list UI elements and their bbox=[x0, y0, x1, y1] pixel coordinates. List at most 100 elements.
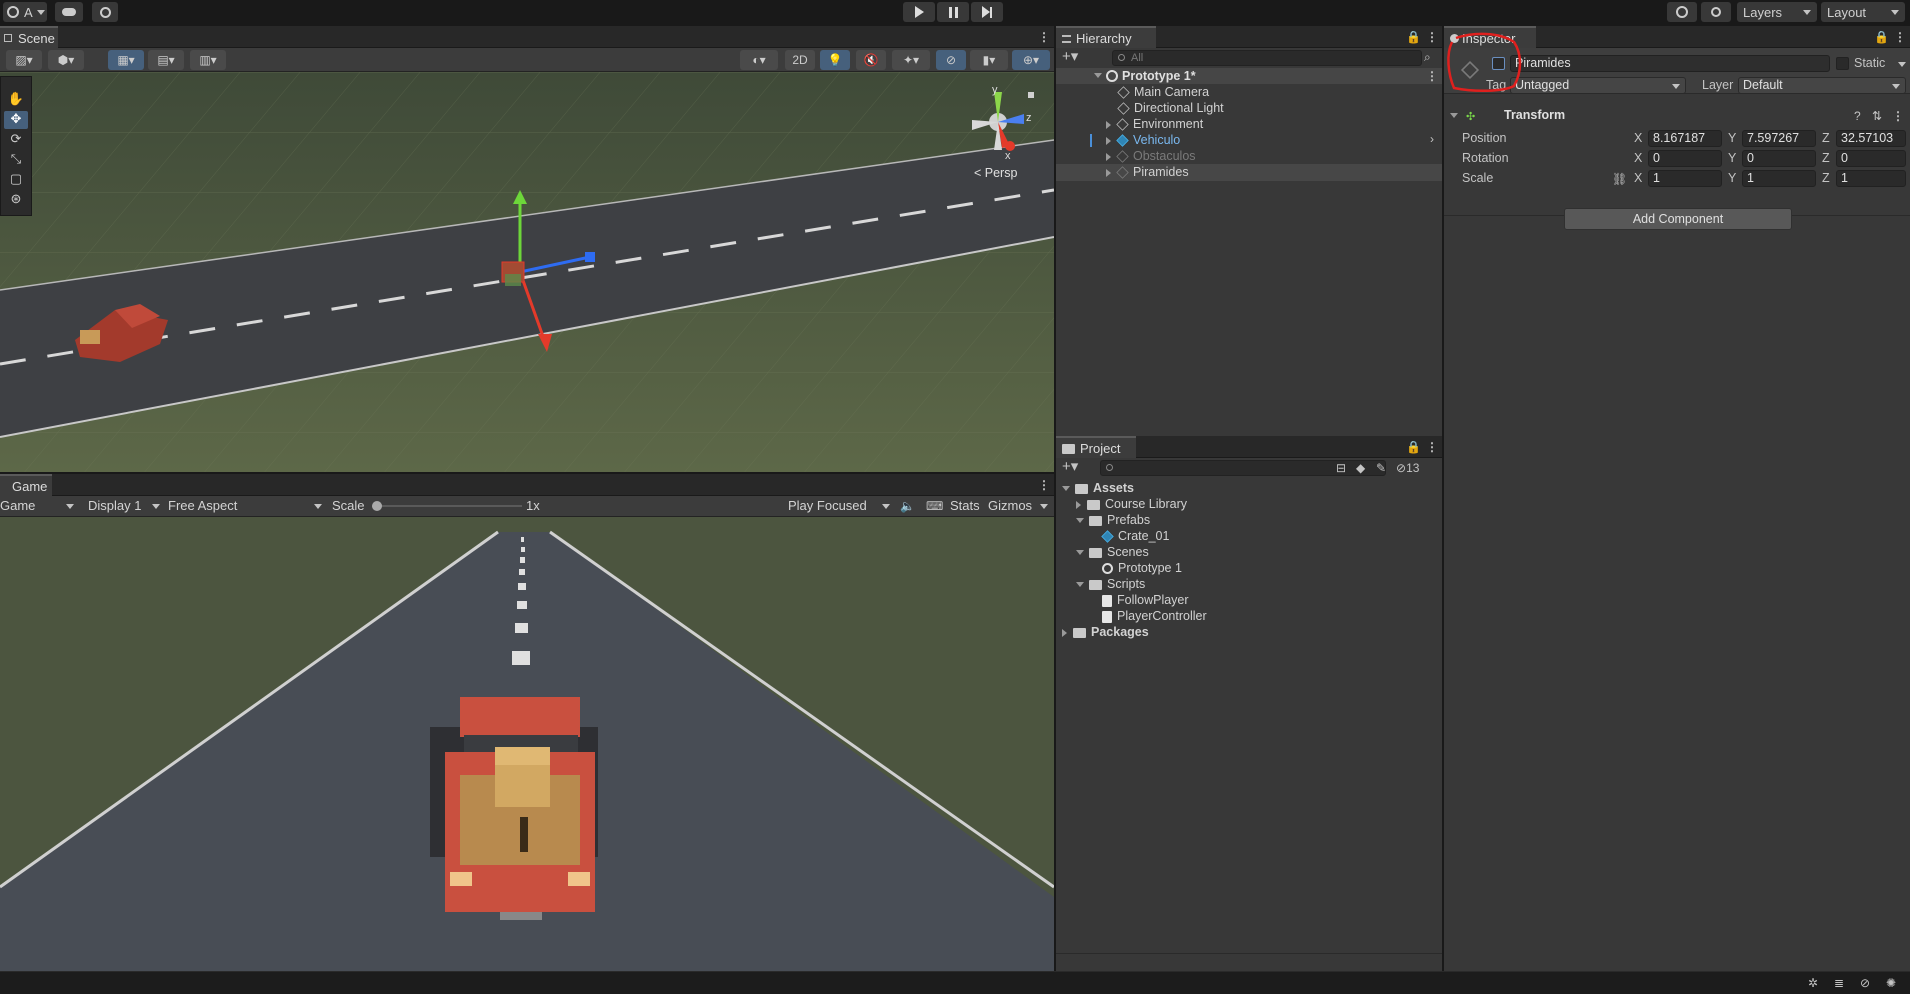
collab-button[interactable] bbox=[92, 2, 118, 22]
hand-tool-button[interactable]: ✋ bbox=[4, 91, 28, 109]
position-x-field[interactable]: 8.167187 bbox=[1648, 130, 1722, 147]
position-z-label[interactable]: Z bbox=[1822, 130, 1830, 147]
add-button[interactable]: +▾ bbox=[1062, 49, 1078, 64]
bug-icon[interactable]: ✲ bbox=[1808, 976, 1818, 990]
play-button[interactable] bbox=[903, 2, 935, 22]
account-dropdown[interactable]: A bbox=[3, 2, 47, 22]
keyboard-icon[interactable]: ⌨ bbox=[926, 499, 943, 513]
search-button[interactable] bbox=[1701, 2, 1731, 22]
audio-button[interactable]: 🔇 bbox=[856, 50, 886, 70]
scale-y-label[interactable]: Y bbox=[1728, 170, 1736, 187]
position-label[interactable]: Position bbox=[1462, 130, 1506, 147]
project-folder[interactable]: Course Library bbox=[1076, 496, 1187, 512]
hierarchy-item[interactable]: Vehiculo bbox=[1106, 132, 1180, 148]
hierarchy-item[interactable]: Main Camera bbox=[1117, 84, 1209, 100]
lighting-button[interactable]: 💡 bbox=[820, 50, 850, 70]
spinner-icon[interactable]: ✺ bbox=[1886, 976, 1896, 990]
layout-dropdown[interactable]: Layout bbox=[1821, 2, 1905, 22]
more-options-icon[interactable]: ⋮ bbox=[1426, 440, 1438, 454]
render-mode-button[interactable]: ⬢▾ bbox=[48, 50, 84, 70]
aspect-dropdown[interactable]: Free Aspect bbox=[168, 496, 326, 516]
hierarchy-item[interactable]: Obstaculos bbox=[1106, 148, 1196, 164]
tab-project[interactable]: Project bbox=[1056, 436, 1136, 458]
lock-icon[interactable]: 🔒 bbox=[1406, 440, 1421, 454]
position-z-field[interactable]: 32.57103 bbox=[1836, 130, 1906, 147]
rotation-x-label[interactable]: X bbox=[1634, 150, 1642, 167]
layers-dropdown[interactable]: Layers bbox=[1737, 2, 1817, 22]
stats-button[interactable]: Stats bbox=[950, 496, 980, 516]
persp-label[interactable]: < Persp bbox=[974, 166, 1017, 180]
scale-z-label[interactable]: Z bbox=[1822, 170, 1830, 187]
tag-icon[interactable]: ✎ bbox=[1376, 461, 1386, 475]
hierarchy-item[interactable]: Directional Light bbox=[1117, 100, 1224, 116]
hierarchy-search[interactable]: All bbox=[1112, 50, 1422, 66]
hierarchy-item[interactable]: Environment bbox=[1106, 116, 1203, 132]
rotation-z-field[interactable]: 0 bbox=[1836, 150, 1906, 167]
increment-snap-button[interactable]: ▤▾ bbox=[148, 50, 184, 70]
play-focused-dropdown[interactable]: Play Focused bbox=[788, 496, 894, 516]
chevron-down-icon[interactable] bbox=[1898, 62, 1906, 67]
filter-type-icon[interactable]: ⊟ bbox=[1336, 461, 1346, 475]
rotation-z-label[interactable]: Z bbox=[1822, 150, 1830, 167]
project-asset[interactable]: Crate_01 bbox=[1101, 528, 1169, 544]
database-icon[interactable]: ≣ bbox=[1834, 976, 1844, 990]
filter-label-icon[interactable]: ◆ bbox=[1356, 461, 1365, 475]
scale-label[interactable]: Scale bbox=[1462, 170, 1493, 187]
audio-icon[interactable]: 🔈 bbox=[900, 499, 915, 513]
toggle-2d-button[interactable]: 2D bbox=[785, 50, 815, 70]
add-button[interactable]: +▾ bbox=[1062, 459, 1078, 474]
tab-game[interactable]: Game bbox=[0, 474, 52, 496]
tab-scene[interactable]: Scene bbox=[0, 26, 58, 48]
rotation-label[interactable]: Rotation bbox=[1462, 150, 1509, 167]
game-viewport[interactable] bbox=[0, 517, 1054, 971]
scale-x-field[interactable]: 1 bbox=[1648, 170, 1722, 187]
shading-mode-button[interactable]: ◐▾ bbox=[740, 50, 778, 70]
more-options-icon[interactable]: ⋮ bbox=[1426, 69, 1438, 83]
align-button[interactable]: ▥▾ bbox=[190, 50, 226, 70]
history-button[interactable] bbox=[1667, 2, 1697, 22]
effects-button[interactable]: ✦▾ bbox=[892, 50, 930, 70]
constrain-proportions-icon[interactable]: ⛓ bbox=[1612, 172, 1627, 186]
project-folder[interactable]: Assets bbox=[1062, 480, 1134, 496]
gizmos-dropdown[interactable]: Gizmos bbox=[988, 496, 1052, 516]
more-options-icon[interactable]: ⋮ bbox=[1892, 109, 1904, 123]
position-x-label[interactable]: X bbox=[1634, 130, 1642, 147]
scale-z-field[interactable]: 1 bbox=[1836, 170, 1906, 187]
scene-visibility-icon[interactable]: ⌕ bbox=[1424, 50, 1431, 64]
preset-icon[interactable]: ⇅ bbox=[1872, 109, 1882, 123]
vehicle-model[interactable] bbox=[430, 697, 598, 920]
project-folder[interactable]: Prefabs bbox=[1076, 512, 1150, 528]
cloud-button[interactable] bbox=[55, 2, 83, 22]
object-name-field[interactable]: Piramides bbox=[1510, 55, 1830, 72]
camera-button[interactable]: ▮▾ bbox=[970, 50, 1008, 70]
transform-header[interactable]: ✣ Transform ? ⇅ ⋮ bbox=[1444, 106, 1910, 126]
step-button[interactable] bbox=[971, 2, 1003, 22]
more-options-icon[interactable]: ⋮ bbox=[1426, 30, 1438, 44]
static-checkbox[interactable] bbox=[1836, 57, 1849, 70]
hierarchy-item-selected[interactable]: Piramides bbox=[1056, 164, 1442, 181]
add-component-button[interactable]: Add Component bbox=[1564, 208, 1792, 230]
project-asset[interactable]: FollowPlayer bbox=[1102, 592, 1189, 608]
project-folder[interactable]: Scripts bbox=[1076, 576, 1145, 592]
gizmos-button[interactable]: ⊕▾ bbox=[1012, 50, 1050, 70]
transform-tool-button[interactable]: ⊛ bbox=[4, 191, 28, 209]
hidden-packages-icon[interactable]: ⊘13 bbox=[1396, 461, 1419, 475]
project-asset[interactable]: Prototype 1 bbox=[1102, 560, 1182, 576]
rotation-y-field[interactable]: 0 bbox=[1742, 150, 1816, 167]
rotation-x-field[interactable]: 0 bbox=[1648, 150, 1722, 167]
scale-slider[interactable] bbox=[372, 501, 522, 511]
more-options-icon[interactable]: ⋮ bbox=[1894, 30, 1906, 44]
project-folder[interactable]: Packages bbox=[1062, 624, 1149, 640]
game-mode-dropdown[interactable]: Game bbox=[0, 496, 78, 516]
network-icon[interactable]: ⊘ bbox=[1860, 976, 1870, 990]
scale-x-label[interactable]: X bbox=[1634, 170, 1642, 187]
grid-snap-button[interactable]: ▦▾ bbox=[108, 50, 144, 70]
position-y-field[interactable]: 7.597267 bbox=[1742, 130, 1816, 147]
rotation-y-label[interactable]: Y bbox=[1728, 150, 1736, 167]
scene-viewport[interactable]: y z x < Persp bbox=[0, 72, 1054, 472]
project-folder[interactable]: Scenes bbox=[1076, 544, 1149, 560]
lock-icon[interactable]: 🔒 bbox=[1874, 30, 1889, 44]
rect-tool-button[interactable]: ▢ bbox=[4, 171, 28, 189]
rotate-tool-button[interactable]: ⟳ bbox=[4, 131, 28, 149]
hierarchy-root-row[interactable]: Prototype 1* ⋮ bbox=[1056, 68, 1442, 84]
